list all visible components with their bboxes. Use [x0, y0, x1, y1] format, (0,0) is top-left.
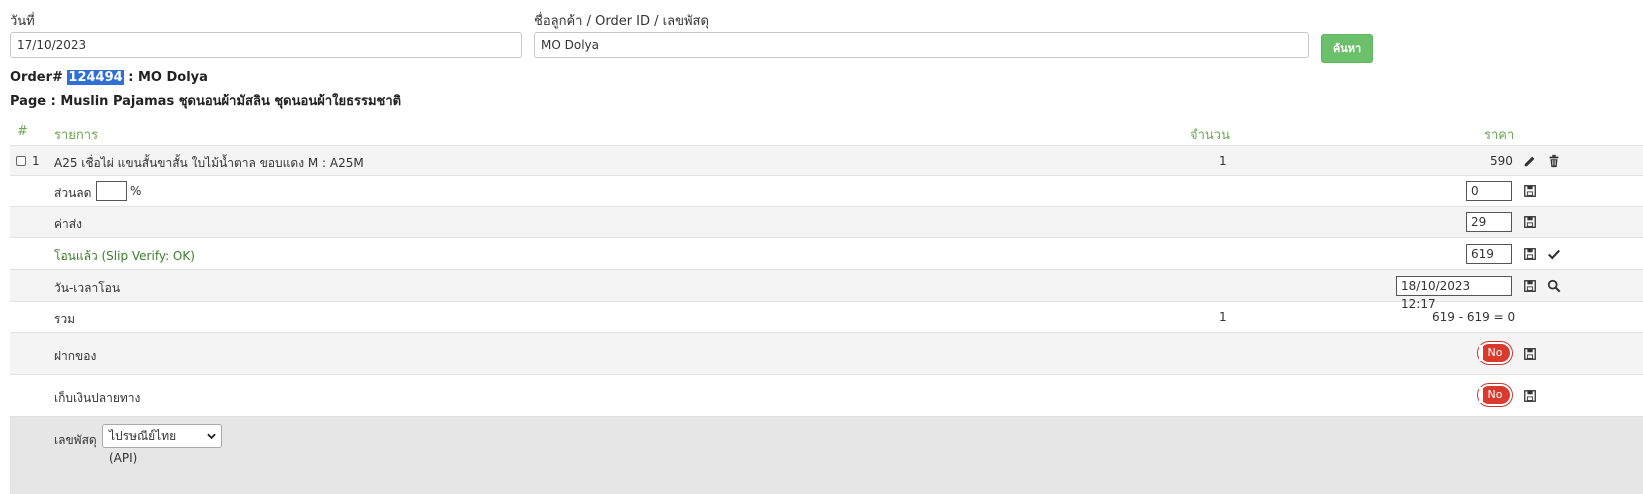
total-qty: 1: [1219, 310, 1227, 324]
check-icon: [1548, 249, 1561, 260]
item-qty: 1: [1219, 154, 1227, 168]
trash-icon[interactable]: [1547, 154, 1561, 168]
table-row-deposit: ฝากของ No: [10, 333, 1643, 375]
save-icon[interactable]: [1523, 389, 1537, 403]
save-icon[interactable]: [1523, 215, 1537, 229]
date-label: วันที่: [10, 14, 35, 29]
carrier-select[interactable]: ไปรษณีย์ไทย (API): [102, 424, 222, 465]
cod-label: เก็บเงินปลายทาง: [54, 391, 141, 405]
table-row-transfer: โอนแล้ว (Slip Verify: OK) 619: [10, 238, 1643, 270]
item-checkbox[interactable]: [16, 156, 26, 166]
table-row-discount: ส่วนลด % 0: [10, 176, 1643, 207]
save-icon[interactable]: [1523, 347, 1537, 361]
item-price: 590: [1490, 154, 1513, 168]
deposit-toggle[interactable]: No: [1478, 342, 1512, 364]
order-customer: : MO Dolya: [128, 70, 208, 85]
transfer-time-label: วัน-เวลาโอน: [54, 281, 121, 295]
tracking-label: เลขพัสดุ: [54, 433, 97, 447]
transfer-amount-input[interactable]: 619: [1466, 244, 1512, 264]
date-input[interactable]: [10, 32, 522, 58]
discount-percent-sign: %: [130, 184, 142, 198]
table-row-tracking: เลขพัสดุ ไปรษณีย์ไทย (API): [10, 417, 1643, 494]
discount-percent-input[interactable]: [96, 181, 127, 201]
search-icon[interactable]: [1547, 279, 1561, 293]
customer-search-input[interactable]: [534, 32, 1309, 58]
transfer-time-input[interactable]: 18/10/2023 12:17: [1396, 276, 1512, 311]
table-row-item: 1 A25 เชื่อไผ่ แขนสั้นขาสั้น ใบไม้น้ำตาล…: [10, 145, 1643, 176]
shipping-amount-input[interactable]: 29: [1466, 212, 1512, 232]
col-price-header: ราคา: [1484, 128, 1515, 143]
deposit-label: ฝากของ: [54, 349, 97, 363]
page-label: Page : Muslin Pajamas ชุดนอนผ้ามัสลิน ชุ…: [10, 94, 402, 109]
shipping-label: ค่าส่ง: [54, 217, 82, 231]
col-item-header: รายการ: [54, 128, 99, 143]
col-qty-header: จำนวน: [1190, 128, 1230, 143]
save-icon[interactable]: [1523, 184, 1537, 198]
order-prefix: Order#: [10, 70, 63, 85]
edit-icon[interactable]: [1523, 154, 1537, 168]
cod-toggle[interactable]: No: [1478, 384, 1512, 406]
transfer-label: โอนแล้ว (Slip Verify: OK): [54, 249, 195, 263]
save-icon[interactable]: [1523, 247, 1537, 261]
discount-amount-input[interactable]: 0: [1466, 181, 1512, 201]
col-index-header: #: [17, 124, 28, 139]
discount-label: ส่วนลด: [54, 186, 92, 200]
table-row-total: รวม 1 619 - 619 = 0: [10, 302, 1643, 333]
chevron-down-icon: [207, 433, 216, 440]
order-title: Order# 124494 : MO Dolya: [10, 70, 208, 85]
total-label: รวม: [54, 312, 76, 326]
item-name: A25 เชื่อไผ่ แขนสั้นขาสั้น ใบไม้น้ำตาล ข…: [54, 156, 364, 170]
customer-search-label: ชื่อลูกค้า / Order ID / เลขพัสดุ: [534, 14, 709, 29]
table-row-shipping: ค่าส่ง 29: [10, 207, 1643, 238]
save-icon[interactable]: [1523, 279, 1537, 293]
item-index: 1: [32, 154, 40, 168]
search-button[interactable]: ค้นหา: [1321, 34, 1373, 63]
total-calc: 619 - 619 = 0: [1432, 310, 1516, 324]
order-id: 124494: [67, 70, 124, 85]
table-row-transfer-time: วัน-เวลาโอน 18/10/2023 12:17: [10, 270, 1643, 311]
table-row-cod: เก็บเงินปลายทาง No: [10, 375, 1643, 417]
carrier-select-value: ไปรษณีย์ไทย (API): [109, 429, 177, 465]
